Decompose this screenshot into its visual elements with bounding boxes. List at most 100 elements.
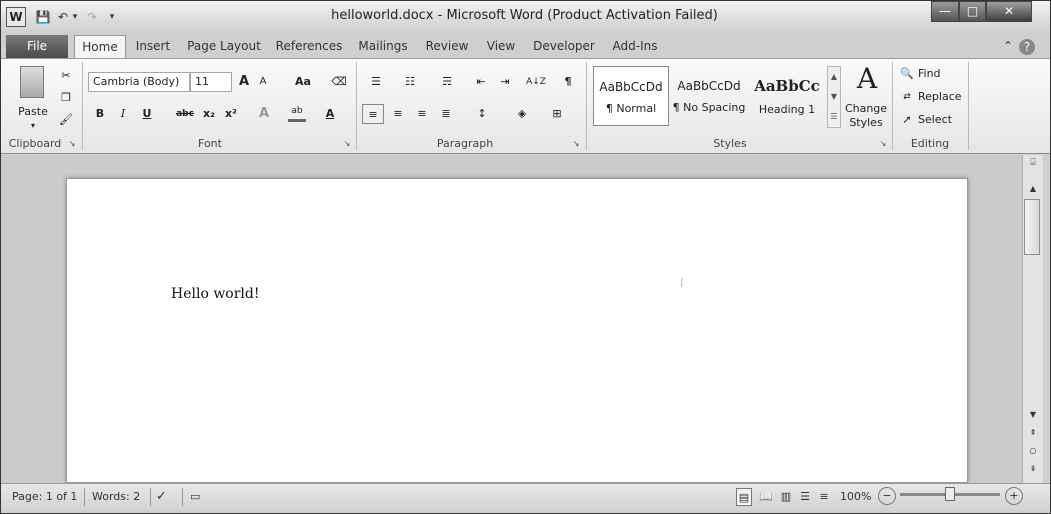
grow-font-button[interactable]: A — [236, 72, 252, 92]
increase-indent-icon[interactable]: ⇥ — [496, 72, 514, 92]
tab-review[interactable]: Review — [423, 35, 471, 58]
bold-button[interactable]: B — [93, 104, 107, 124]
multilevel-list-icon[interactable]: ☴ — [432, 72, 462, 92]
cut-icon[interactable]: ✂ — [58, 66, 74, 86]
view-ruler-icon[interactable]: ⌸ — [1026, 158, 1040, 182]
document-page[interactable] — [66, 178, 968, 483]
zoom-slider-thumb[interactable] — [945, 487, 955, 501]
word-count[interactable]: Words: 2 — [92, 488, 148, 506]
scroll-down-icon[interactable]: ▼ — [1026, 410, 1040, 422]
minimize-ribbon-icon[interactable]: ⌃ — [1000, 35, 1016, 58]
bullets-icon[interactable]: ☰ — [364, 72, 388, 92]
style-normal[interactable]: AaBbCcDd ¶ Normal — [593, 66, 669, 126]
zoom-in-button[interactable]: + — [1005, 487, 1023, 505]
style-sample: AaBbCc — [754, 77, 820, 95]
paragraph-group-label: Paragraph — [436, 137, 494, 150]
italic-button[interactable]: I — [116, 104, 130, 124]
highlight-button[interactable]: ab — [288, 104, 306, 122]
divider — [84, 488, 85, 506]
find-icon[interactable]: 🔍 — [900, 64, 914, 84]
sort-button[interactable]: A↓Z — [526, 72, 546, 92]
font-name-combo[interactable]: Cambria (Body) — [88, 72, 190, 92]
paste-dropdown-icon[interactable]: ▾ — [26, 116, 40, 136]
style-sample: AaBbCcDd — [677, 79, 741, 93]
align-left-icon[interactable]: ≡ — [362, 104, 384, 124]
numbering-icon[interactable]: ☷ — [398, 72, 422, 92]
paragraph-launcher-icon[interactable]: ↘ — [570, 136, 582, 152]
copy-icon[interactable]: ❐ — [58, 88, 74, 108]
align-right-icon[interactable]: ≡ — [412, 104, 432, 124]
zoom-out-button[interactable]: − — [878, 487, 896, 505]
subscript-button[interactable]: x₂ — [200, 104, 218, 124]
line-spacing-icon[interactable]: ↕ — [470, 104, 494, 124]
clipboard-icon[interactable] — [20, 66, 44, 98]
tab-developer[interactable]: Developer — [532, 35, 596, 58]
show-formatting-button[interactable]: ¶ — [560, 72, 576, 92]
tab-insert[interactable]: Insert — [131, 35, 175, 58]
window-title: helloworld.docx - Microsoft Word (Produc… — [331, 8, 718, 23]
macro-recording-icon[interactable]: ▭ — [190, 488, 208, 506]
styles-launcher-icon[interactable]: ↘ — [877, 136, 889, 152]
next-page-icon[interactable]: ⇟ — [1026, 464, 1040, 476]
proofing-icon[interactable]: ✓ — [156, 488, 176, 506]
clear-formatting-icon[interactable]: ⌫ — [330, 72, 348, 92]
justify-icon[interactable]: ≣ — [436, 104, 456, 124]
minimize-button[interactable]: — — [931, 1, 959, 22]
close-button[interactable]: ✕ — [986, 1, 1032, 22]
change-case-button[interactable]: Aa — [290, 72, 316, 92]
replace-icon[interactable]: ⇄ — [900, 87, 914, 107]
change-styles-icon[interactable]: A — [848, 62, 886, 96]
divider — [892, 62, 893, 150]
shrink-font-button[interactable]: A — [256, 72, 270, 92]
zoom-level[interactable]: 100% — [840, 488, 876, 506]
maximize-button[interactable]: □ — [959, 1, 986, 22]
tab-mailings[interactable]: Mailings — [355, 35, 411, 58]
styles-scroll[interactable]: ▲ ▼ ☰ — [827, 66, 841, 128]
divider — [586, 62, 587, 150]
text-cursor-icon: I — [680, 276, 684, 290]
font-color-button[interactable]: A — [322, 104, 338, 124]
browse-object-icon[interactable]: ○ — [1026, 446, 1040, 458]
page-count[interactable]: Page: 1 of 1 — [12, 488, 82, 506]
select-button[interactable]: Select — [918, 110, 960, 130]
divider — [968, 62, 969, 150]
select-icon[interactable]: ➚ — [900, 110, 914, 130]
replace-button[interactable]: Replace — [918, 87, 964, 107]
print-layout-icon[interactable]: ▤ — [736, 488, 752, 506]
tab-add-ins[interactable]: Add-Ins — [609, 35, 661, 58]
font-launcher-icon[interactable]: ↘ — [341, 136, 353, 152]
draft-icon[interactable]: ≡ — [816, 488, 832, 506]
superscript-button[interactable]: x² — [222, 104, 240, 124]
tab-home[interactable]: Home — [74, 35, 126, 58]
strikethrough-button[interactable]: abc — [174, 104, 196, 124]
scrollbar-thumb[interactable] — [1024, 199, 1040, 255]
shading-icon[interactable]: ◈ — [508, 104, 536, 124]
tab-references[interactable]: References — [274, 35, 344, 58]
tab-view[interactable]: View — [482, 35, 520, 58]
full-screen-reading-icon[interactable]: 📖 — [758, 488, 774, 506]
help-icon[interactable]: ? — [1019, 39, 1035, 55]
text-effects-button[interactable]: A — [256, 104, 272, 124]
outline-icon[interactable]: ☰ — [797, 488, 813, 506]
find-button[interactable]: Find — [918, 64, 952, 84]
divider — [82, 62, 83, 150]
scroll-up-icon[interactable]: ▲ — [1026, 184, 1040, 196]
align-center-icon[interactable]: ≡ — [388, 104, 408, 124]
font-size-combo[interactable]: 11 — [190, 72, 232, 92]
format-painter-icon[interactable]: 🖌 — [58, 110, 74, 130]
clipboard-launcher-icon[interactable]: ↘ — [66, 136, 78, 152]
window-controls: — □ ✕ — [931, 1, 1032, 22]
style-name: ¶ Normal — [605, 102, 657, 115]
document-text[interactable]: Hello world! — [171, 286, 260, 302]
tab-file[interactable]: File — [6, 35, 68, 58]
underline-button[interactable]: U — [140, 104, 154, 124]
style-heading-1[interactable]: AaBbCc Heading 1 — [749, 66, 825, 126]
change-styles-button[interactable]: Change Styles — [842, 102, 890, 132]
style-no-spacing[interactable]: AaBbCcDd ¶ No Spacing — [671, 66, 747, 126]
web-layout-icon[interactable]: ▥ — [778, 488, 794, 506]
divider — [356, 62, 357, 150]
decrease-indent-icon[interactable]: ⇤ — [472, 72, 490, 92]
borders-icon[interactable]: ⊞ — [544, 104, 570, 124]
previous-page-icon[interactable]: ⇞ — [1026, 428, 1040, 440]
tab-page-layout[interactable]: Page Layout — [186, 35, 262, 58]
